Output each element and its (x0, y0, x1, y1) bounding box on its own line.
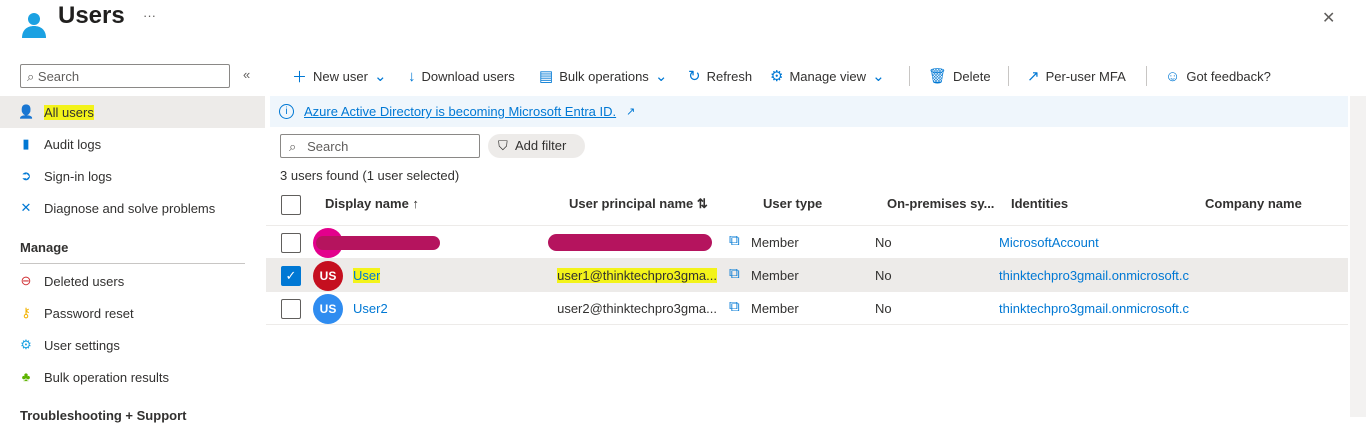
row-checkbox[interactable]: ✓ (281, 266, 301, 286)
external-link-icon: ↗ (626, 106, 636, 118)
user-name-link[interactable]: User2 (353, 301, 388, 316)
sign-in-icon: ➲ (20, 168, 32, 183)
row-checkbox[interactable] (281, 299, 301, 319)
identities-cell: MicrosoftAccount (999, 235, 1099, 250)
on-premises-cell: No (875, 301, 892, 316)
more-options-button[interactable]: ··· (143, 8, 156, 23)
feedback-icon: ☺ (1165, 67, 1181, 85)
users-icon (20, 10, 48, 38)
result-count: 3 users found (1 user selected) (280, 168, 460, 183)
info-icon: i (279, 104, 294, 119)
troubleshoot-heading: Troubleshooting + Support (20, 408, 187, 423)
close-button[interactable]: ✕ (1322, 8, 1335, 28)
avatar: US (313, 261, 343, 291)
sidebar-item-password-reset[interactable]: ⚷ Password reset (0, 297, 265, 329)
refresh-icon: ↻ (688, 68, 701, 85)
search-icon: ⌕ (289, 139, 308, 154)
on-premises-cell: No (875, 235, 892, 250)
column-identities[interactable]: Identities (1011, 196, 1068, 211)
toolbar-separator (909, 66, 910, 86)
gear-icon: ⚙ (770, 68, 784, 85)
wrench-icon: ✕ (20, 200, 32, 215)
identities-cell: thinktechpro3gmail.onmicrosoft.c (999, 301, 1190, 316)
document-icon: ▤ (539, 68, 554, 85)
select-all-checkbox[interactable] (281, 195, 301, 215)
entra-link[interactable]: Azure Active Directory is becoming Micro… (304, 104, 616, 119)
redacted-name (316, 236, 440, 250)
plus-icon: ＋ (292, 68, 308, 86)
column-upn[interactable]: User principal name ⇅ (569, 196, 708, 212)
copy-icon[interactable]: ⧉ (729, 298, 740, 315)
column-display-name[interactable]: Display name ↑ (325, 196, 419, 211)
deleted-user-icon: ⊖ (20, 273, 32, 288)
copy-icon[interactable]: ⧉ (729, 265, 740, 282)
sidebar-item-sign-in-logs[interactable]: ➲ Sign-in logs (0, 160, 265, 192)
download-users-button[interactable]: ↓ Download users (408, 66, 515, 86)
manage-heading: Manage (20, 240, 69, 255)
on-premises-cell: No (875, 268, 892, 283)
redacted-upn (548, 234, 712, 251)
column-on-premises[interactable]: On-premises sy... (887, 196, 994, 211)
external-link-icon: ↗ (1027, 68, 1040, 85)
chevron-down-icon: ⌄ (373, 68, 387, 85)
user-type-cell: Member (751, 268, 799, 283)
bulk-icon: ♣ (21, 369, 31, 384)
divider (20, 263, 245, 264)
sidebar-item-audit-logs[interactable]: ▮ Audit logs (0, 128, 265, 160)
table-row[interactable]: ✓ US User user1@thinktechpro3gma... ⧉ Me… (266, 259, 1348, 292)
sidebar-item-bulk-results[interactable]: ♣ Bulk operation results (0, 361, 265, 393)
user-settings-icon: ⚙ (20, 337, 32, 352)
column-user-type[interactable]: User type (763, 196, 822, 211)
per-user-mfa-button[interactable]: ↗ Per-user MFA (1027, 66, 1126, 86)
collapse-sidebar-button[interactable]: « (243, 67, 250, 82)
copy-icon[interactable]: ⧉ (729, 232, 740, 249)
chevron-down-icon: ⌄ (654, 68, 668, 85)
add-filter-button[interactable]: ⛉ Add filter (488, 134, 585, 158)
key-icon: ⚷ (21, 305, 31, 320)
upn-cell: user1@thinktechpro3gma... (557, 268, 717, 283)
bulk-operations-button[interactable]: ▤ Bulk operations ⌄ (539, 66, 667, 86)
search-icon: ⌕ (27, 69, 38, 84)
page-title: Users (58, 2, 125, 29)
table-row[interactable]: ⧉ Member No MicrosoftAccount (266, 226, 1348, 259)
identities-cell: thinktechpro3gmail.onmicrosoft.c (999, 268, 1190, 283)
scrollbar[interactable] (1350, 96, 1366, 417)
manage-view-button[interactable]: ⚙ Manage view ⌄ (770, 66, 885, 86)
sidebar-item-diagnose[interactable]: ✕ Diagnose and solve problems (0, 192, 265, 224)
delete-button[interactable]: 🗑 Delete (928, 66, 991, 86)
user-type-cell: Member (751, 301, 799, 316)
info-banner: i Azure Active Directory is becoming Micr… (270, 96, 1348, 127)
user-search-input[interactable]: ⌕ Search (280, 134, 480, 158)
toolbar-separator (1146, 66, 1147, 86)
sidebar-search-input[interactable]: ⌕ Search (20, 64, 230, 88)
column-company[interactable]: Company name (1205, 196, 1302, 211)
new-user-button[interactable]: ＋ New user ⌄ (292, 66, 387, 86)
sidebar-item-user-settings[interactable]: ⚙ User settings (0, 329, 265, 361)
user-icon: 👤 (18, 104, 35, 119)
row-checkbox[interactable] (281, 233, 301, 253)
log-icon: ▮ (22, 136, 30, 151)
sidebar-item-deleted-users[interactable]: ⊖ Deleted users (0, 265, 265, 297)
refresh-button[interactable]: ↻ Refresh (688, 66, 752, 86)
upn-cell: user2@thinktechpro3gma... (557, 301, 717, 316)
toolbar-separator (1008, 66, 1009, 86)
feedback-button[interactable]: ☺ Got feedback? (1165, 66, 1271, 86)
sidebar-item-all-users[interactable]: 👤 All users (0, 96, 265, 128)
user-name-link[interactable]: User (353, 268, 381, 283)
download-icon: ↓ (408, 67, 416, 85)
table-row[interactable]: US User2 user2@thinktechpro3gma... ⧉ Mem… (266, 292, 1348, 325)
chevron-down-icon: ⌄ (872, 68, 885, 85)
trash-icon: 🗑 (928, 68, 948, 85)
avatar: US (313, 294, 343, 324)
filter-icon: ⛉ (498, 138, 515, 153)
user-type-cell: Member (751, 235, 799, 250)
